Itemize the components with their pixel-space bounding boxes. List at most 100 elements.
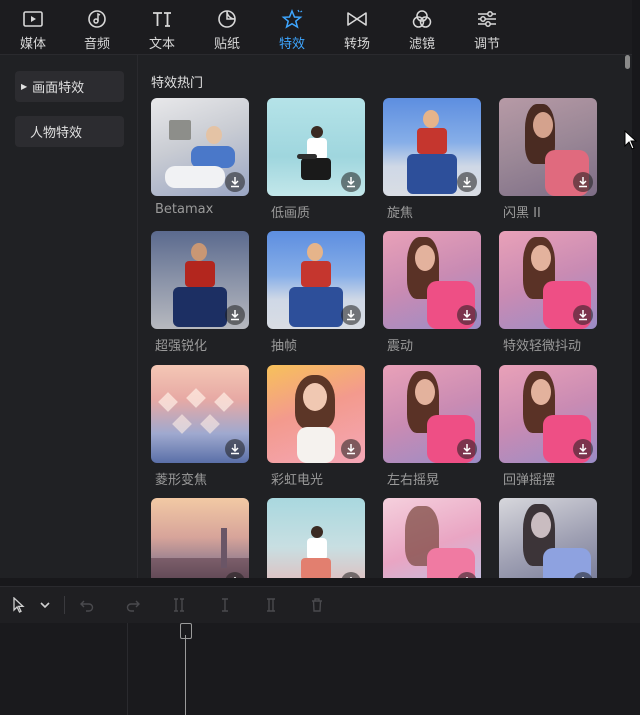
download-icon[interactable] (341, 172, 361, 192)
undo-button[interactable] (78, 596, 96, 614)
split-right-button[interactable] (262, 596, 280, 614)
download-icon[interactable] (341, 572, 361, 578)
sidebar-item-label: 画面特效 (32, 81, 85, 96)
sidebar-item-screen-effects[interactable]: ▶ 画面特效 (15, 71, 124, 102)
tab-text[interactable]: 文本 (136, 0, 188, 54)
effect-name: 回弹摇摆 (503, 473, 556, 488)
effect-card[interactable]: 左右摇晃 (383, 365, 483, 488)
tab-effects[interactable]: 特效 (266, 0, 318, 54)
timeline-toolbar (0, 586, 640, 624)
expand-triangle-icon: ▶ (21, 82, 28, 91)
download-icon[interactable] (573, 172, 593, 192)
tab-label: 文本 (148, 37, 175, 52)
tab-audio[interactable]: 音频 (71, 0, 123, 54)
effect-thumbnail (383, 98, 481, 196)
effect-card[interactable]: 旋焦 (383, 98, 483, 221)
effect-card[interactable] (151, 498, 251, 578)
effect-name: 低画质 (271, 206, 311, 221)
effect-name: 菱形变焦 (155, 473, 208, 488)
effect-thumbnail (499, 98, 597, 196)
effect-name: 旋焦 (387, 206, 414, 221)
tab-label: 贴纸 (213, 37, 240, 52)
split-button[interactable] (170, 596, 188, 614)
filter-icon (409, 7, 435, 31)
effect-thumbnail (267, 98, 365, 196)
effects-panel: 媒体 音频 文本 贴纸 特效 转场 滤镜 调节 ▶ 画面特效 人物特效 特效热门… (0, 0, 632, 578)
effect-name: 特效轻微抖动 (503, 339, 582, 354)
download-icon[interactable] (457, 439, 477, 459)
timeline-track-area[interactable] (0, 623, 640, 715)
redo-button[interactable] (124, 596, 142, 614)
top-toolbar: 媒体 音频 文本 贴纸 特效 转场 滤镜 调节 (0, 0, 632, 55)
sidebar-item-people-effects[interactable]: 人物特效 (15, 116, 124, 147)
section-title: 特效热门 (151, 76, 204, 91)
effect-card[interactable]: 特效轻微抖动 (499, 231, 599, 354)
effects-icon (279, 7, 305, 31)
transition-icon (344, 7, 370, 31)
effect-card[interactable] (499, 498, 599, 578)
effect-card[interactable] (383, 498, 483, 578)
toolbar-divider (64, 596, 65, 614)
select-tool-button[interactable] (10, 596, 28, 614)
effect-card[interactable]: 闪黑 II (499, 98, 599, 221)
delete-icon[interactable] (308, 596, 326, 614)
download-icon[interactable] (225, 305, 245, 325)
effect-card[interactable]: 超强锐化 (151, 231, 251, 354)
playhead-line[interactable] (185, 635, 186, 715)
effect-name: 抽帧 (271, 339, 298, 354)
effect-card[interactable]: 回弹摇摆 (499, 365, 599, 488)
effect-thumbnail (267, 498, 365, 578)
effect-thumbnail (151, 365, 249, 463)
effect-card[interactable]: 低画质 (267, 98, 367, 221)
playhead-handle[interactable] (180, 623, 192, 639)
sticker-icon (214, 7, 240, 31)
effect-card[interactable]: 震动 (383, 231, 483, 354)
download-icon[interactable] (457, 305, 477, 325)
effect-card[interactable]: 彩虹电光 (267, 365, 367, 488)
tab-label: 调节 (473, 37, 500, 52)
mouse-cursor-icon (624, 130, 638, 150)
download-icon[interactable] (225, 172, 245, 192)
effect-thumbnail (499, 498, 597, 578)
effect-thumbnail (499, 231, 597, 329)
effect-thumbnail (151, 498, 249, 578)
tab-label: 媒体 (19, 37, 46, 52)
text-icon (149, 7, 175, 31)
media-icon (20, 7, 46, 31)
effect-card[interactable]: 抽帧 (267, 231, 367, 354)
tab-sticker[interactable]: 贴纸 (201, 0, 253, 54)
effect-thumbnail (151, 98, 249, 196)
effect-thumbnail (383, 231, 481, 329)
effect-thumbnail (499, 365, 597, 463)
download-icon[interactable] (457, 172, 477, 192)
scrollbar-thumb[interactable] (625, 55, 630, 69)
effect-card[interactable] (267, 498, 367, 578)
download-icon[interactable] (341, 305, 361, 325)
download-icon[interactable] (573, 305, 593, 325)
timeline-divider (127, 623, 128, 715)
effect-name: 彩虹电光 (271, 473, 324, 488)
split-left-button[interactable] (216, 596, 234, 614)
download-icon[interactable] (573, 439, 593, 459)
tab-media[interactable]: 媒体 (7, 0, 59, 54)
effect-card[interactable]: 菱形变焦 (151, 365, 251, 488)
effect-thumbnail (267, 231, 365, 329)
effect-thumbnail (267, 365, 365, 463)
effect-name: 左右摇晃 (387, 473, 440, 488)
sidebar-item-label: 人物特效 (30, 126, 83, 141)
category-sidebar: ▶ 画面特效 人物特效 (0, 55, 138, 578)
tab-transition[interactable]: 转场 (331, 0, 383, 54)
effect-name: 震动 (387, 339, 414, 354)
tab-label: 滤镜 (408, 37, 435, 52)
tab-adjust[interactable]: 调节 (461, 0, 513, 54)
effect-name: 超强锐化 (155, 339, 208, 354)
download-icon[interactable] (225, 439, 245, 459)
tab-filter[interactable]: 滤镜 (396, 0, 448, 54)
chevron-down-icon[interactable] (36, 596, 54, 614)
audio-icon (84, 7, 110, 31)
tab-label: 特效 (278, 37, 305, 52)
effect-thumbnail (151, 231, 249, 329)
effect-thumbnail (383, 498, 481, 578)
download-icon[interactable] (341, 439, 361, 459)
effect-card[interactable]: Betamax (151, 98, 251, 217)
